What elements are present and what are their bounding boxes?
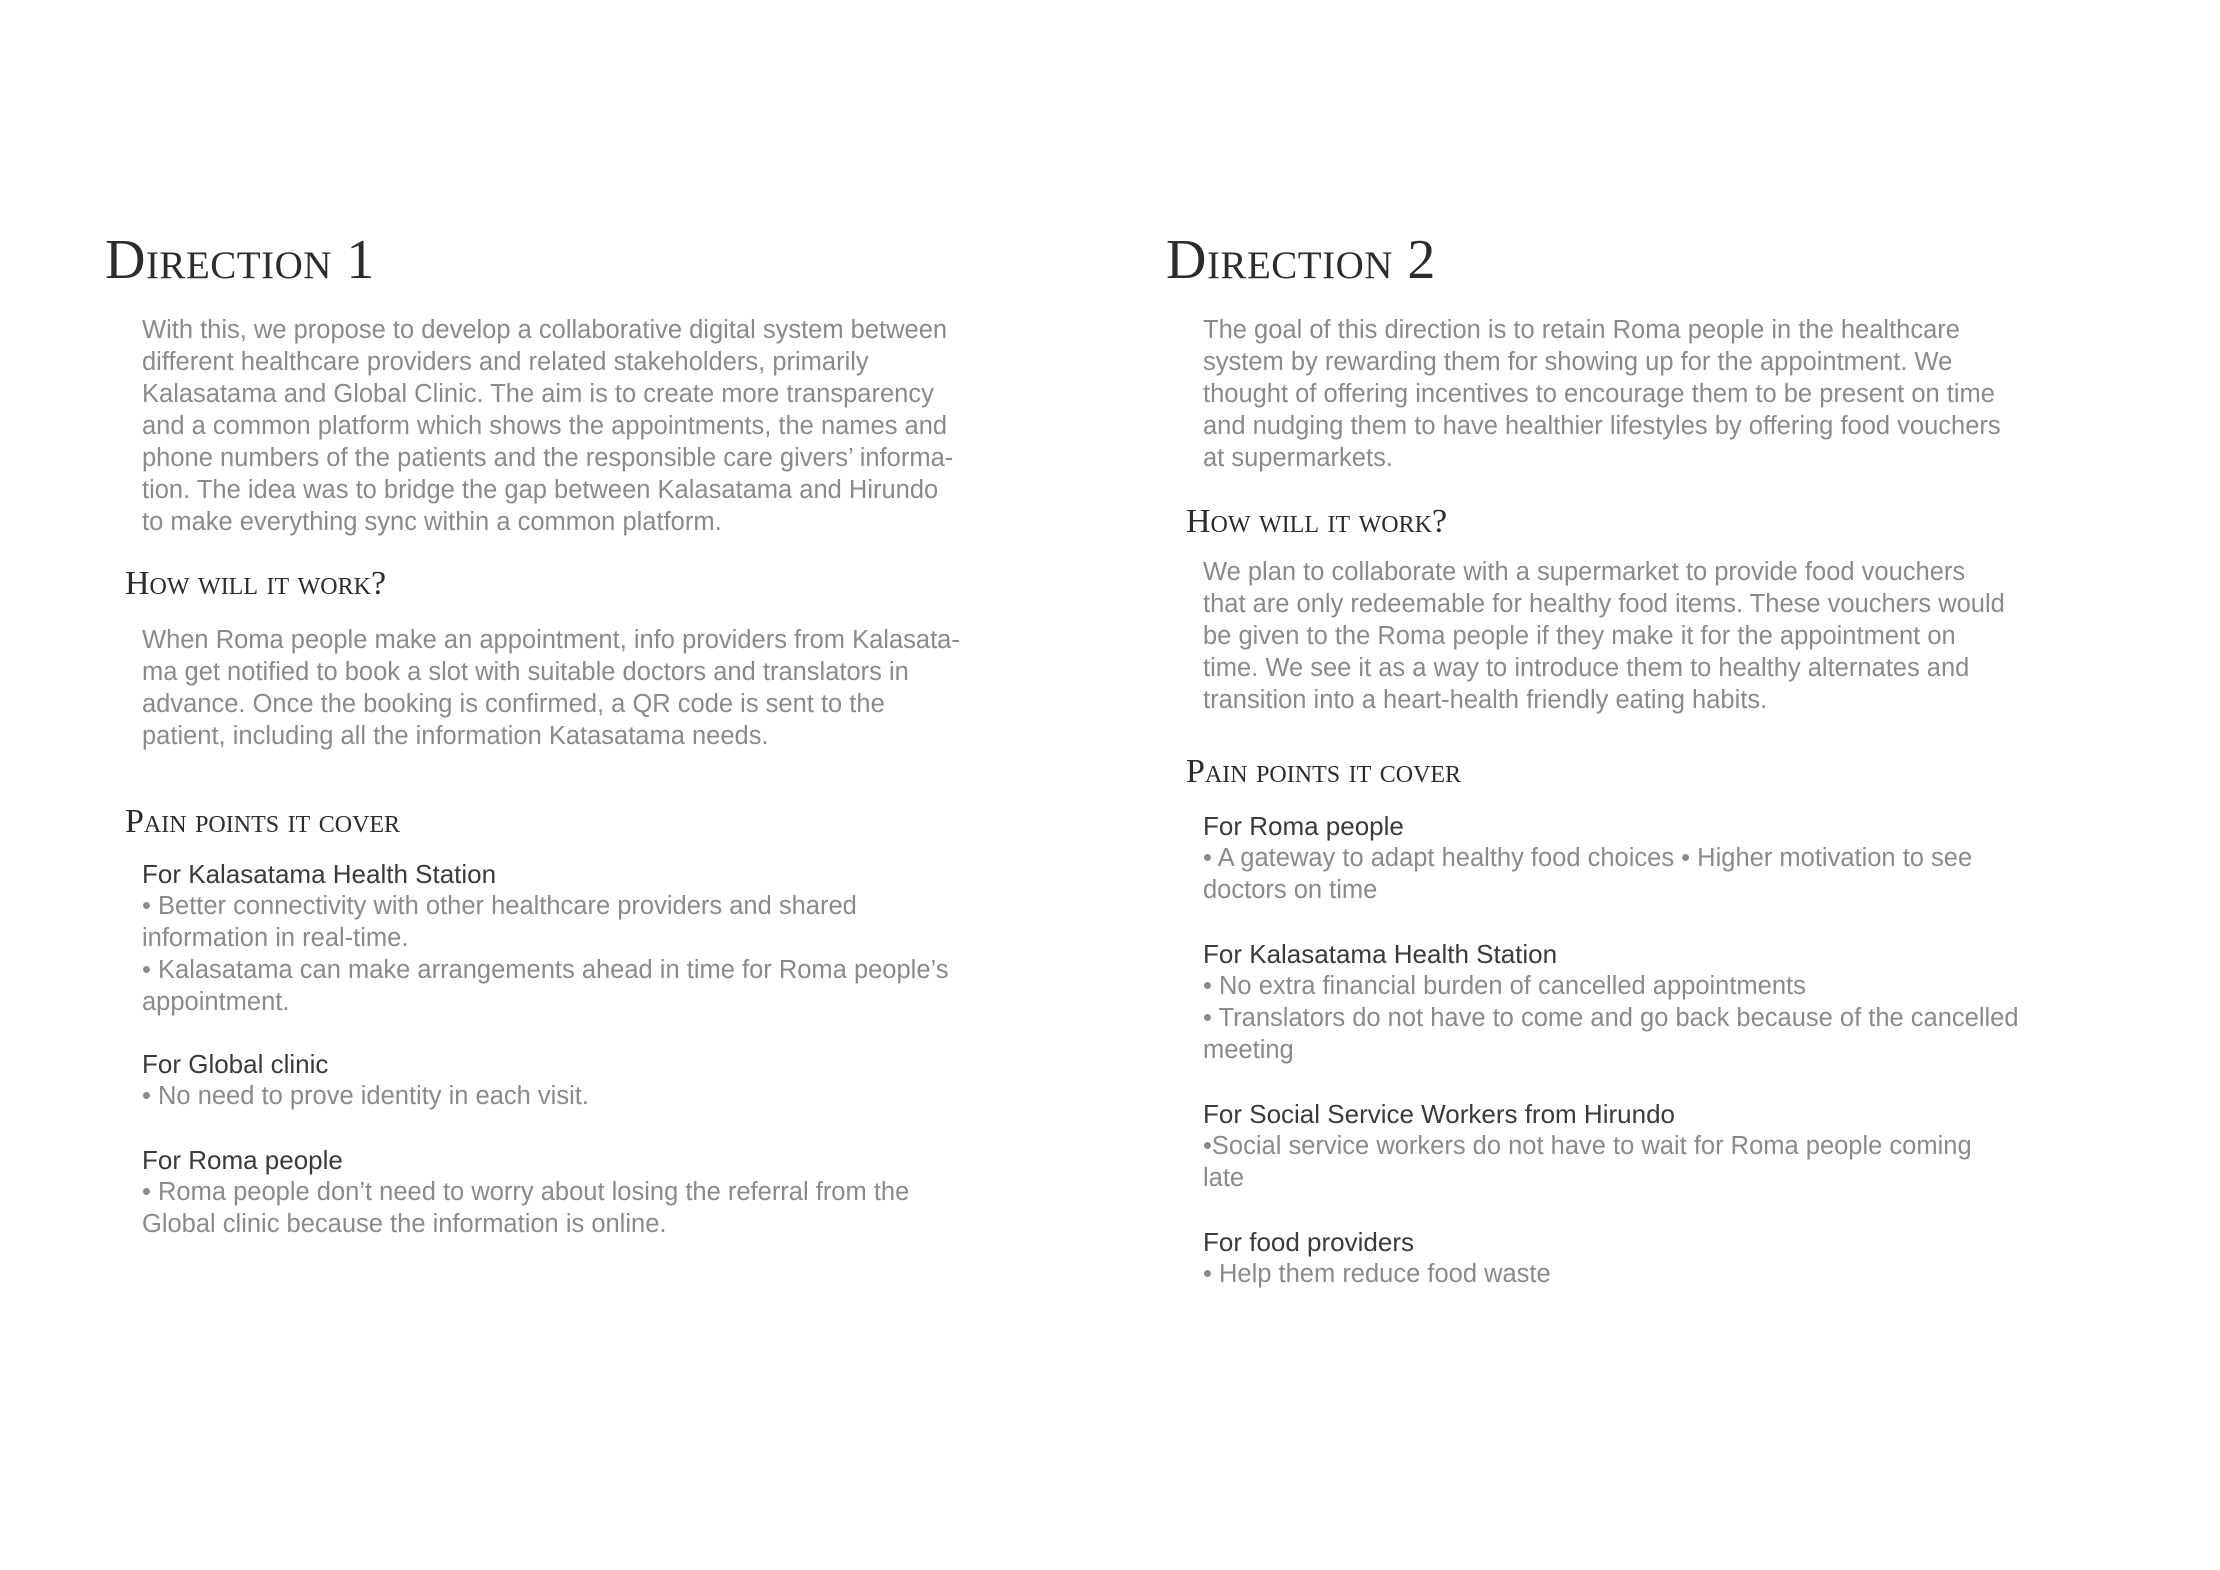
direction-1-how-heading: How will it work?: [125, 565, 387, 602]
pain-point-group: For food providers • Help them reduce fo…: [1166, 1226, 2066, 1290]
direction-2-column: Direction 2 The goal of this direction i…: [1166, 228, 2066, 1290]
pain-point-item: • Translators do not have to come and go…: [1203, 1004, 2019, 1064]
pain-point-group: For Social Service Workers from Hirundo …: [1166, 1098, 2066, 1194]
pain-point-item: • No extra financial burden of cancelled…: [1203, 972, 1806, 1000]
pain-point-group-title: For Kalasatama Health Station: [142, 859, 497, 889]
pain-point-group-title: For Roma people: [1203, 811, 1404, 841]
pain-point-item: • No need to prove identity in each visi…: [142, 1082, 589, 1110]
pain-point-group-title: For Global clinic: [142, 1049, 329, 1079]
direction-1-intro: With this, we propose to develop a colla…: [142, 316, 954, 536]
direction-2-how-text: We plan to collaborate with a supermarke…: [1203, 558, 2005, 714]
pain-point-group: For Global clinic • No need to prove ide…: [105, 1048, 1005, 1112]
direction-1-how-text: When Roma people make an appointment, in…: [142, 626, 960, 750]
pain-point-item: • Roma people don’t need to worry about …: [142, 1178, 910, 1238]
pain-point-item: •Social service workers do not have to w…: [1203, 1132, 1972, 1192]
pain-point-group-title: For Social Service Workers from Hirundo: [1203, 1099, 1675, 1129]
pain-point-item: • Better connectivity with other healthc…: [142, 892, 857, 952]
pain-point-group-title: For Roma people: [142, 1145, 343, 1175]
direction-2-how-heading: How will it work?: [1186, 503, 1448, 540]
direction-2-intro: The goal of this direction is to retain …: [1203, 316, 2001, 472]
pain-point-item: • Kalasatama can make arrangements ahead…: [142, 956, 949, 1016]
pain-point-group-title: For food providers: [1203, 1227, 1414, 1257]
direction-2-pain-heading: Pain points it cover: [1186, 753, 1462, 790]
pain-point-group: For Roma people • Roma people don’t need…: [105, 1144, 1005, 1240]
pain-point-group: For Kalasatama Health Station • Better c…: [105, 858, 1005, 1018]
direction-1-title: Direction 1: [105, 229, 375, 291]
pain-point-group-title: For Kalasatama Health Station: [1203, 939, 1558, 969]
pain-point-item: • Help them reduce food waste: [1203, 1260, 1551, 1288]
direction-1-pain-heading: Pain points it cover: [125, 803, 401, 840]
pain-point-item: • A gateway to adapt healthy food choice…: [1203, 844, 1973, 904]
pain-point-group: For Kalasatama Health Station • No extra…: [1166, 938, 2066, 1066]
pain-point-group: For Roma people • A gateway to adapt hea…: [1166, 810, 2066, 906]
direction-2-title: Direction 2: [1166, 229, 1436, 291]
direction-1-column: Direction 1 With this, we propose to dev…: [105, 228, 1005, 1240]
